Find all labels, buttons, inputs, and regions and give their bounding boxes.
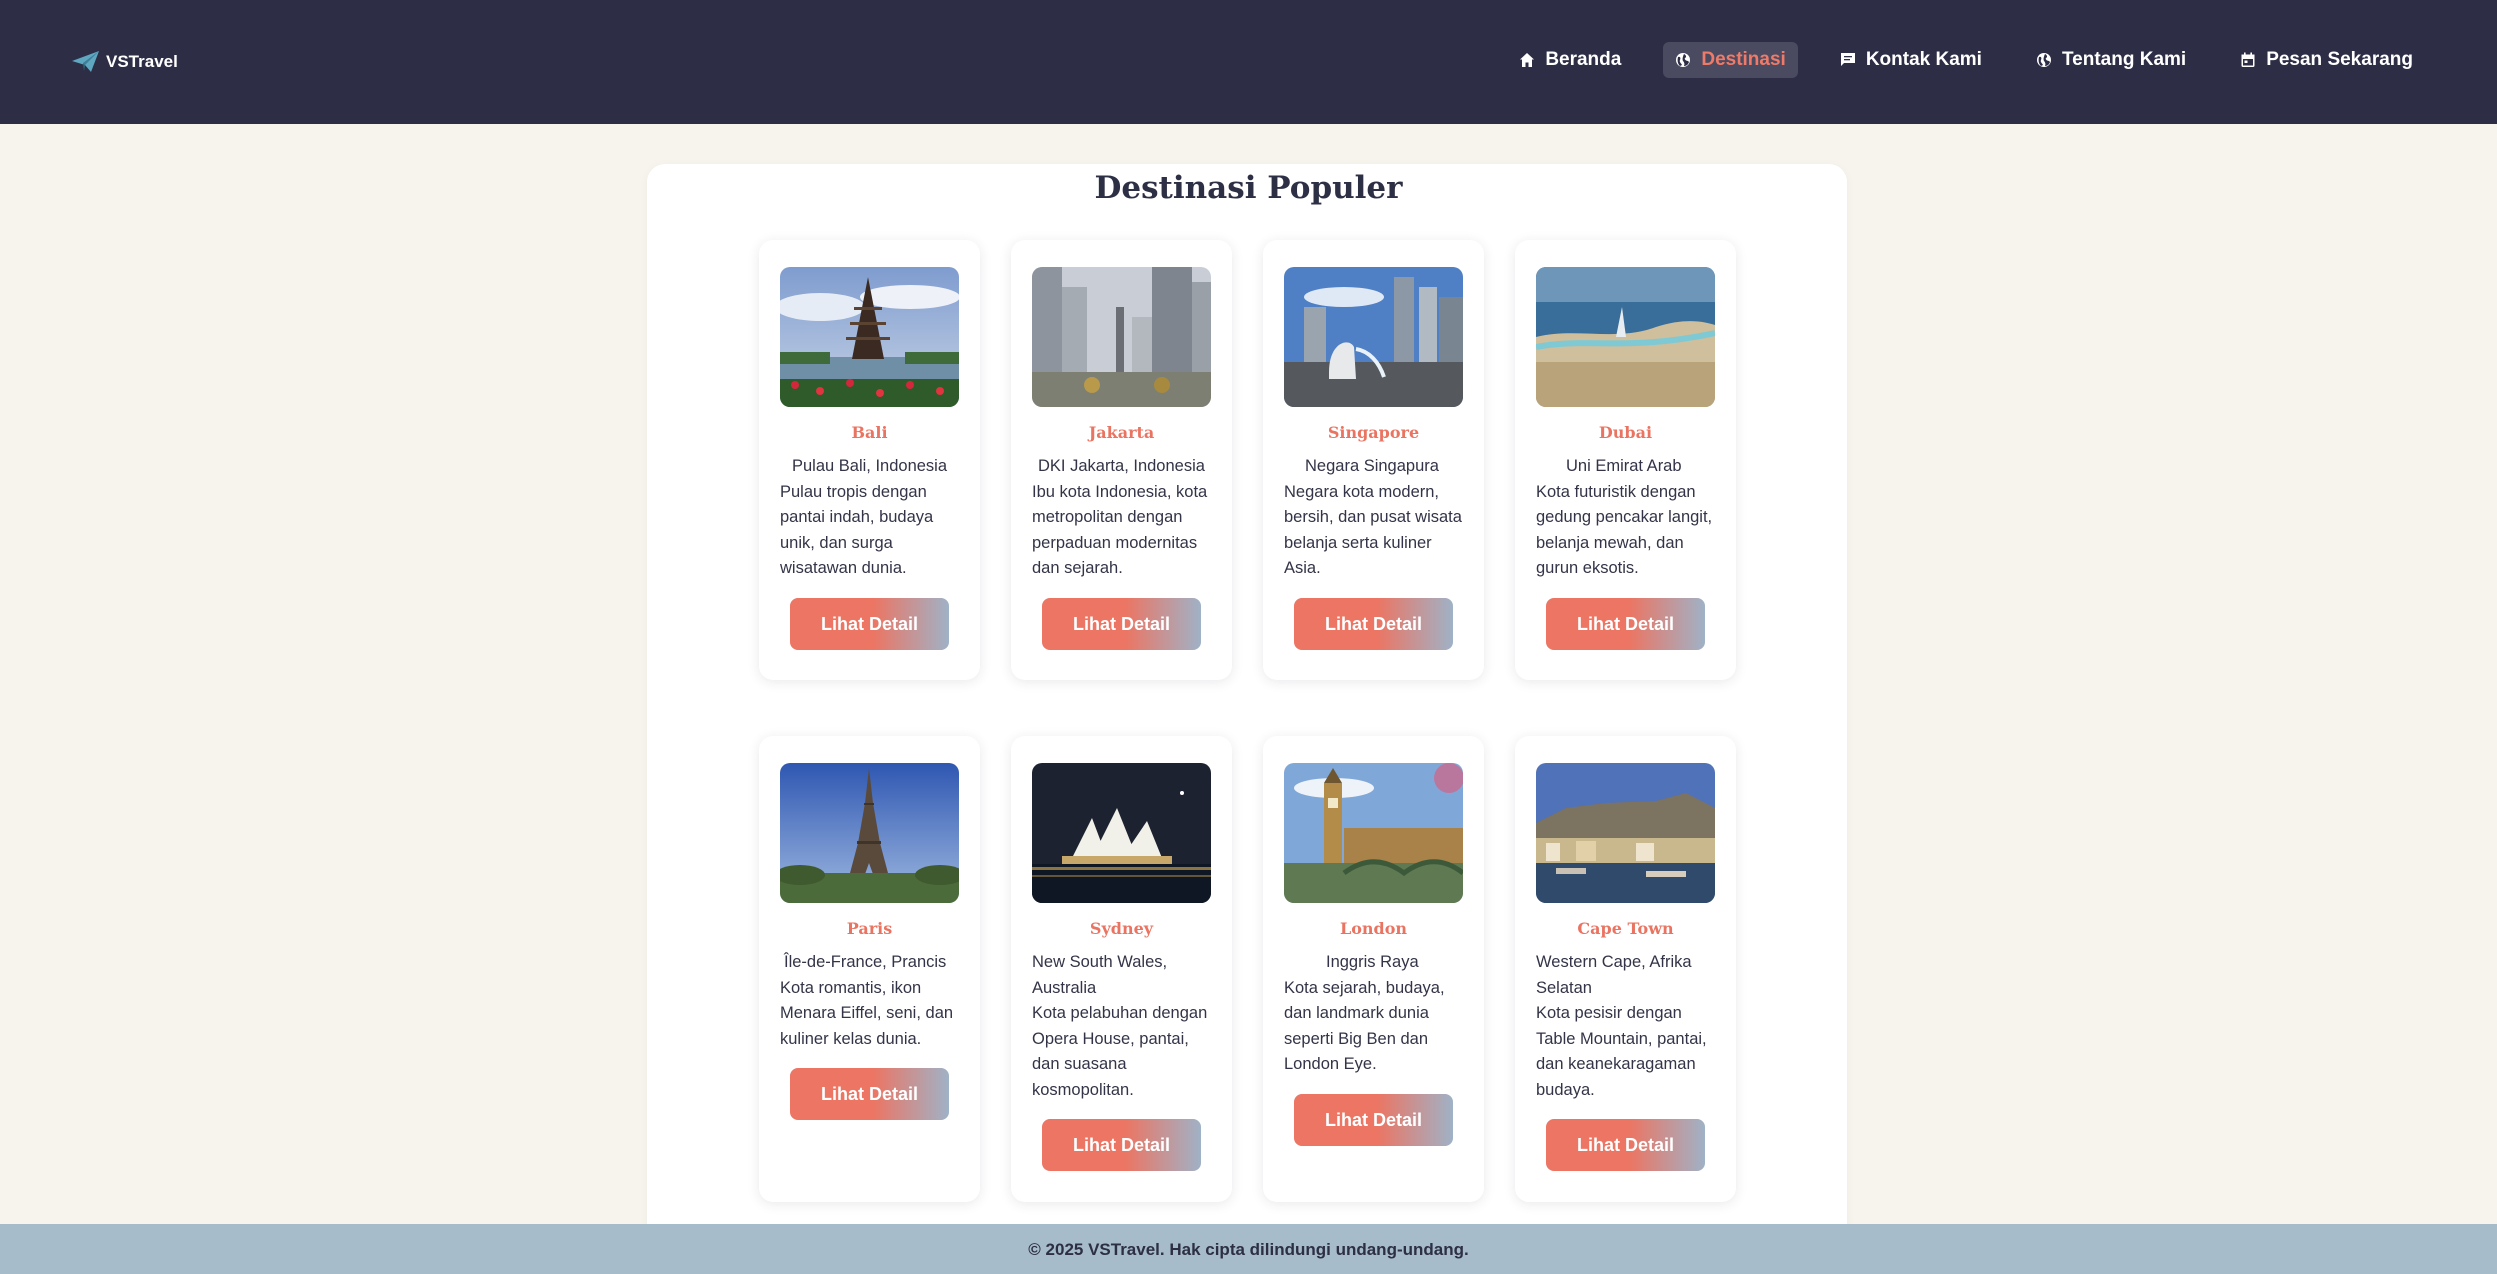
destination-card: Jakarta DKI Jakarta, Indonesia Ibu kota … xyxy=(1011,240,1232,680)
nav-tentang-kami[interactable]: Tentang Kami xyxy=(2024,42,2198,78)
nav-pesan-sekarang[interactable]: Pesan Sekarang xyxy=(2228,42,2425,78)
destination-name: Sydney xyxy=(1089,919,1154,938)
destination-location: New South Wales, Australia xyxy=(1032,953,1168,997)
detail-button[interactable]: Lihat Detail xyxy=(1546,1119,1705,1171)
destination-description: Kota sejarah, budaya, dan landmark dunia… xyxy=(1284,978,1445,1074)
destination-photo xyxy=(1536,267,1715,407)
destination-description: Kota pesisir dengan Table Mountain, pant… xyxy=(1536,1004,1707,1099)
home-icon xyxy=(1520,53,1535,67)
destination-name: Paris xyxy=(846,919,893,938)
detail-button[interactable]: Lihat Detail xyxy=(1042,597,1201,650)
destination-location: Negara Singapura xyxy=(1305,457,1439,475)
destination-description: Ibu kota Indonesia, kota metropolitan de… xyxy=(1032,482,1208,578)
destination-name: Dubai xyxy=(1598,423,1653,442)
globe-icon xyxy=(1676,53,1691,67)
destination-photo xyxy=(780,763,959,903)
nav-label: Destinasi xyxy=(1701,49,1786,70)
footer: © 2025 VSTravel. Hak cipta dilindungi un… xyxy=(0,1224,2497,1274)
destination-photo xyxy=(780,267,959,407)
destination-card: Cape Town Western Cape, Afrika Selatan K… xyxy=(1515,736,1736,1202)
destination-description: Kota romantis, ikon Menara Eiffel, seni,… xyxy=(780,978,954,1048)
nav-label: Beranda xyxy=(1545,49,1622,70)
destination-card: Sydney New South Wales, Australia Kota p… xyxy=(1011,736,1232,1202)
detail-button[interactable]: Lihat Detail xyxy=(1042,1119,1201,1171)
destination-photo xyxy=(1284,267,1463,407)
destination-location: Pulau Bali, Indonesia xyxy=(792,457,948,475)
nav-destinasi[interactable]: Destinasi xyxy=(1663,42,1798,78)
brand-name: VSTravel xyxy=(106,52,178,71)
destination-photo xyxy=(1536,763,1715,903)
nav-label: Kontak Kami xyxy=(1865,49,1982,70)
destination-location: DKI Jakarta, Indonesia xyxy=(1038,457,1205,475)
paper-plane-icon xyxy=(72,51,99,72)
destination-photo xyxy=(1284,763,1463,903)
destination-name: Jakarta xyxy=(1088,423,1155,442)
nav-beranda[interactable]: Beranda xyxy=(1507,42,1633,78)
destination-name: Singapore xyxy=(1327,423,1420,442)
destination-card: London Inggris Raya Kota sejarah, budaya… xyxy=(1263,736,1484,1202)
chat-icon xyxy=(1840,53,1855,66)
destination-description: Kota pelabuhan dengan Opera House, panta… xyxy=(1032,1004,1208,1099)
destination-name: London xyxy=(1339,919,1408,938)
destination-name: Cape Town xyxy=(1577,919,1674,938)
detail-button[interactable]: Lihat Detail xyxy=(1546,597,1705,650)
page-title: Destinasi Populer xyxy=(1094,170,1403,206)
destination-name: Bali xyxy=(851,423,888,442)
destination-photo xyxy=(1032,763,1211,903)
copyright-text: © 2025 VSTravel. Hak cipta dilindungi un… xyxy=(1028,1240,1469,1259)
destination-description: Pulau tropis dengan pantai indah, budaya… xyxy=(780,482,934,578)
destination-location: Uni Emirat Arab xyxy=(1566,457,1682,475)
detail-button[interactable]: Lihat Detail xyxy=(1294,1093,1453,1146)
destination-photo xyxy=(1032,267,1211,407)
detail-button[interactable]: Lihat Detail xyxy=(1294,597,1453,650)
calendar-icon xyxy=(2241,52,2255,67)
main-nav: Beranda Destinasi Kontak Kami Tentang Ka… xyxy=(1507,42,2425,78)
destination-card: Singapore Negara Singapura Negara kota m… xyxy=(1263,240,1484,680)
detail-button[interactable]: Lihat Detail xyxy=(790,597,949,650)
destination-card: Bali Pulau Bali, Indonesia Pulau tropis … xyxy=(759,240,980,680)
destination-location: Inggris Raya xyxy=(1326,953,1419,971)
globe-icon xyxy=(2036,53,2051,67)
destination-card: Dubai Uni Emirat Arab Kota futuristik de… xyxy=(1515,240,1736,680)
nav-label: Tentang Kami xyxy=(2061,49,2187,70)
nav-kontak-kami[interactable]: Kontak Kami xyxy=(1828,42,1994,78)
destination-location: Western Cape, Afrika Selatan xyxy=(1536,953,1692,997)
detail-button[interactable]: Lihat Detail xyxy=(790,1068,949,1120)
top-navbar: VSTravel Beranda Destinasi Kontak Kami T… xyxy=(0,0,2497,124)
brand-logo[interactable]: VSTravel xyxy=(72,50,178,74)
destination-description: Kota futuristik dengan gedung pencakar l… xyxy=(1536,482,1713,578)
destination-description: Negara kota modern, bersih, dan pusat wi… xyxy=(1284,482,1462,578)
destination-card: Paris Île-de-France, Prancis Kota romant… xyxy=(759,736,980,1202)
nav-label: Pesan Sekarang xyxy=(2266,49,2413,70)
destination-location: Île-de-France, Prancis xyxy=(784,953,947,971)
